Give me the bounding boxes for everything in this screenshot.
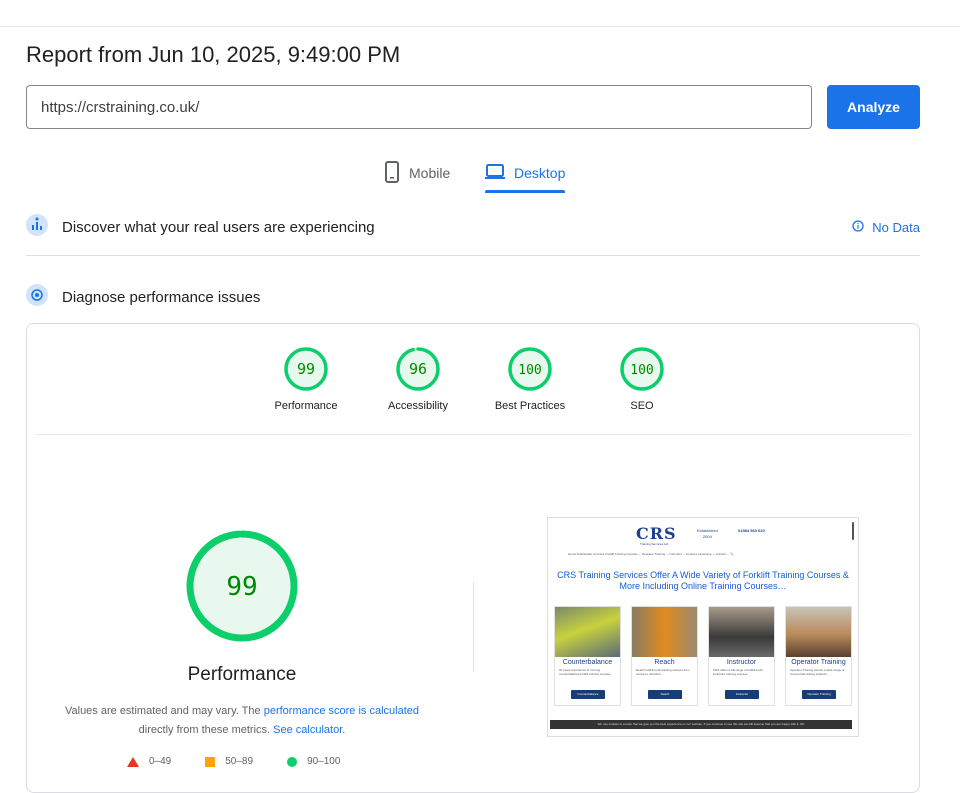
score-legend: 0–49 50–89 90–100 — [127, 756, 340, 767]
performance-score-gauge: 99 — [186, 530, 298, 642]
performance-note: Values are estimated and may vary. The p… — [57, 702, 427, 740]
crs-card-text: Reach forklift truck training courses fr… — [636, 668, 690, 676]
info-icon — [852, 219, 864, 235]
crs-established: Established 2004 — [697, 528, 718, 540]
crs-card-image — [555, 607, 620, 657]
category-performance[interactable]: 99 Performance — [251, 346, 361, 412]
legend-pass-label: 90–100 — [307, 756, 341, 767]
crs-card-title: Instructor — [726, 659, 757, 666]
category-score: 100 — [518, 363, 541, 378]
category-accessibility[interactable]: 96 Accessibility — [363, 346, 473, 412]
crs-card-image — [632, 607, 697, 657]
crs-phone: 01984 563 620 — [738, 528, 765, 533]
field-data-section: Discover what your real users are experi… — [26, 213, 920, 241]
crs-cards: Counterbalance 20 years experience in ru… — [554, 606, 852, 706]
square-icon — [205, 756, 216, 767]
category-score: 96 — [409, 360, 427, 378]
url-input[interactable] — [26, 85, 812, 129]
crs-card-text: 20 years experience in running counterba… — [559, 668, 612, 676]
accessibility-gauge: 96 — [396, 347, 440, 391]
crs-headline: CRS Training Services Offer A Wide Varie… — [557, 570, 849, 591]
crs-logo-sub: Training Services Ltd — [640, 542, 669, 546]
no-data-status[interactable]: No Data — [852, 220, 920, 235]
diagnose-section: Diagnose performance issues — [26, 283, 920, 311]
crs-card-button: Operator Training — [802, 690, 836, 699]
crs-nav: Home Telehandler Courses Forklift Traini… — [568, 552, 734, 556]
tab-mobile-label: Mobile — [409, 165, 451, 181]
crs-card: Operator Training Operator Training acro… — [785, 606, 852, 706]
crs-est-label: Established — [697, 528, 718, 533]
category-score: 100 — [630, 363, 653, 378]
legend-fail: 0–49 — [127, 756, 171, 767]
card-divider — [35, 434, 911, 435]
crs-card-title: Counterbalance — [562, 659, 613, 666]
section-divider — [26, 255, 920, 256]
crs-card: Instructor CRS offers a full range of fo… — [708, 606, 775, 706]
category-best-practices[interactable]: 100 Best Practices — [475, 346, 585, 412]
lighthouse-report-card: 99 Performance 96 Accessibility 100 Best… — [26, 323, 920, 793]
category-label: Best Practices — [494, 400, 566, 412]
legend-average-label: 50–89 — [225, 756, 254, 767]
laptop-icon — [485, 163, 505, 183]
crs-card-text: CRS offers a full range of forklift truc… — [713, 668, 763, 676]
users-chart-icon — [26, 213, 48, 241]
diagnose-label: Diagnose performance issues — [62, 288, 261, 306]
crs-cookie-bar: We use cookies to ensure that we give yo… — [550, 720, 852, 729]
triangle-icon — [127, 756, 139, 767]
crs-card-title: Operator Training — [791, 659, 846, 666]
active-tab-indicator — [485, 190, 565, 193]
performance-gauge: 99 — [284, 347, 328, 391]
category-label: Accessibility — [388, 400, 448, 412]
legend-average: 50–89 — [205, 756, 253, 767]
category-label: SEO — [630, 400, 654, 412]
field-data-label: Discover what your real users are experi… — [62, 218, 375, 236]
vertical-divider — [473, 582, 474, 672]
mobile-phone-icon — [384, 160, 400, 186]
crs-card-title: Reach — [654, 659, 675, 666]
scrollbar — [852, 522, 854, 540]
category-label: Performance — [274, 400, 338, 412]
seo-gauge: 100 — [620, 347, 664, 391]
no-data-label: No Data — [872, 219, 920, 235]
see-calculator-link[interactable]: See calculator. — [273, 724, 345, 736]
tab-desktop[interactable]: Desktop — [485, 155, 565, 191]
top-divider — [0, 26, 960, 27]
performance-score: 99 — [226, 572, 257, 602]
crs-est-year: 2004 — [702, 534, 712, 539]
crs-card-image — [709, 607, 774, 657]
crs-card: Counterbalance 20 years experience in ru… — [554, 606, 621, 706]
performance-score-link[interactable]: performance score is calculated — [264, 705, 419, 717]
final-screenshot[interactable]: CRS Training Services Ltd Established 200… — [547, 517, 859, 737]
performance-title: Performance — [187, 664, 297, 685]
tab-mobile[interactable]: Mobile — [384, 155, 450, 191]
crs-card-button: Counterbalance — [571, 690, 605, 699]
crs-card-button: Instructor — [725, 690, 759, 699]
category-seo[interactable]: 100 SEO — [587, 346, 697, 412]
crs-card-text: Operator Training across a wide range of… — [790, 668, 845, 676]
legend-pass: 90–100 — [287, 756, 340, 767]
crs-logo: CRS — [636, 524, 677, 543]
category-score: 99 — [297, 360, 315, 378]
report-title: Report from Jun 10, 2025, 9:49:00 PM — [26, 42, 401, 67]
diagnose-icon — [26, 283, 48, 311]
legend-fail-label: 0–49 — [149, 756, 172, 767]
analyze-button[interactable]: Analyze — [827, 85, 920, 129]
crs-card-button: Reach — [648, 690, 682, 699]
note-text: Values are estimated and may vary. The — [64, 705, 264, 717]
device-tabs: Mobile Desktop — [0, 155, 960, 195]
best-practices-gauge: 100 — [508, 347, 552, 391]
note-text: directly from these metrics. — [138, 724, 274, 736]
tab-desktop-label: Desktop — [514, 165, 566, 181]
circle-icon — [287, 756, 298, 767]
screenshot-page: CRS Training Services Ltd Established 200… — [548, 518, 858, 736]
crs-card: Reach Reach forklift truck training cour… — [631, 606, 698, 706]
crs-card-image — [786, 607, 851, 657]
